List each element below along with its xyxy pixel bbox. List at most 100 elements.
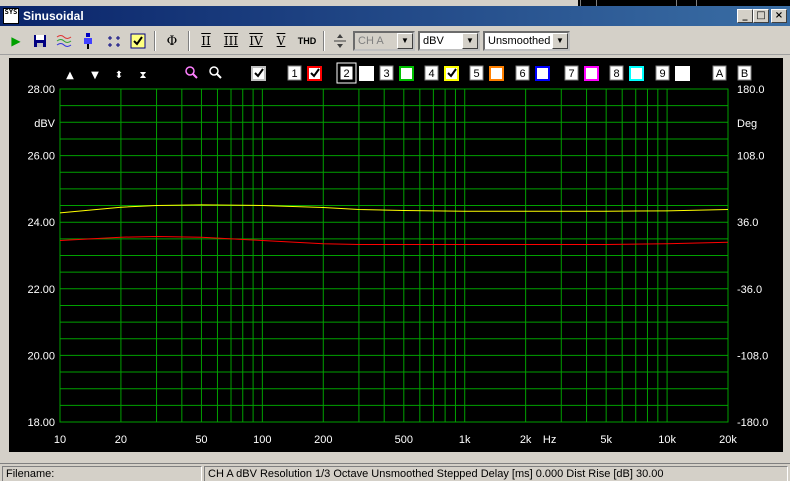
trace-4-number: 4 xyxy=(428,68,434,80)
channel-select[interactable]: CH A ▼ xyxy=(353,31,415,51)
channel-icon xyxy=(330,31,350,51)
probe-icon[interactable] xyxy=(78,31,98,51)
y-axis-left-tick-label: 18.00 xyxy=(27,417,55,429)
channel-icon-graphic xyxy=(334,34,346,48)
trace-2-number: 2 xyxy=(343,68,349,80)
y-axis-left-label: dBV xyxy=(34,118,55,130)
unit-select-value: dBV xyxy=(423,35,444,47)
status-bar: Filename: CH A dBV Resolution 1/3 Octave… xyxy=(0,463,790,481)
x-axis-unit-label: Hz xyxy=(543,434,556,446)
title-bar[interactable]: SYS Sinusoidal _ □ × xyxy=(0,6,790,26)
cursor-icon[interactable] xyxy=(104,31,124,51)
trace-9-checkbox[interactable] xyxy=(675,66,690,81)
expand-icon[interactable]: ⬍ xyxy=(115,70,123,81)
trace-6-number: 6 xyxy=(519,68,525,80)
trace-5-number: 5 xyxy=(473,68,479,80)
x-axis-tick-label: 500 xyxy=(395,434,413,446)
y-axis-right-tick-label: 180.0 xyxy=(737,84,765,96)
save-icon-graphic xyxy=(34,35,46,47)
x-axis-tick-label: 200 xyxy=(314,434,332,446)
window-title: Sinusoidal xyxy=(23,9,84,23)
y-axis-left-tick-label: 22.00 xyxy=(27,284,55,296)
chevron-down-icon: ▼ xyxy=(462,33,478,49)
cursor-icon-graphic xyxy=(108,36,120,47)
harmonic-4-button[interactable]: IV xyxy=(246,31,266,51)
x-axis-tick-label: 1k xyxy=(459,434,471,446)
thd-button[interactable]: THD xyxy=(296,31,318,51)
smoothing-select-value: Unsmoothed xyxy=(488,35,551,47)
trace-9-number: 9 xyxy=(659,68,665,80)
trace-1-number: 1 xyxy=(291,68,297,80)
probe-icon-graphic xyxy=(84,33,92,49)
trace-3-checkbox[interactable] xyxy=(399,66,414,81)
y-axis-left-tick-label: 28.00 xyxy=(27,84,55,96)
frequency-response-chart[interactable]: 28.00 26.00 24.00 22.00 20.00 18.00 180.0 108.0… xyxy=(9,58,783,452)
y-axis-right-tick-label: -36.0 xyxy=(737,284,762,296)
save-icon[interactable] xyxy=(30,31,50,51)
toolbar: ▶ Φ II III IV V THD CH A ▼ dBV ▼ Unsmoot… xyxy=(0,27,790,55)
smoothing-select[interactable]: Unsmoothed ▼ xyxy=(483,31,570,51)
y-axis-right-tick-label: 36.0 xyxy=(737,217,758,229)
phase-icon[interactable]: Φ xyxy=(162,31,182,51)
status-info: CH A dBV Resolution 1/3 Octave Unsmoothe… xyxy=(204,466,788,481)
traces-icon[interactable] xyxy=(54,31,74,51)
harmonic-5-button[interactable]: V xyxy=(271,31,291,51)
minimize-button[interactable]: _ xyxy=(737,9,753,23)
zoom-in-icon-handle xyxy=(192,73,198,79)
y-axis-right-tick-label: 108.0 xyxy=(737,151,765,163)
x-axis-tick-label: 20 xyxy=(115,434,127,446)
x-axis-tick-label: 10 xyxy=(54,434,66,446)
x-axis-tick-label: 10k xyxy=(658,434,676,446)
series-line-2 xyxy=(59,235,729,245)
application-window: SYS Sinusoidal _ □ × ▶ Φ II III IV V THD xyxy=(0,0,790,481)
x-axis-tick-label: 100 xyxy=(253,434,271,446)
trace-4-checkbox[interactable] xyxy=(444,66,459,81)
x-axis-tick-label: 2k xyxy=(520,434,532,446)
trace-7-number: 7 xyxy=(568,68,574,80)
maximize-button[interactable]: □ xyxy=(753,9,769,23)
channel-select-value: CH A xyxy=(358,35,384,47)
trace-6-checkbox[interactable] xyxy=(535,66,550,81)
x-axis-tick-label: 50 xyxy=(195,434,207,446)
trace-1-checkbox[interactable] xyxy=(307,66,322,81)
all-traces-checkbox[interactable] xyxy=(251,66,266,81)
chevron-down-icon: ▼ xyxy=(552,33,568,49)
zoom-out-icon-handle xyxy=(216,73,222,79)
checkbox-icon-graphic xyxy=(130,33,146,49)
graph-panel[interactable]: 28.00 26.00 24.00 22.00 20.00 18.00 180.0 108.0… xyxy=(9,58,783,452)
zoom-up-icon[interactable]: ▲ xyxy=(66,70,74,81)
marker-a-label: A xyxy=(716,68,724,80)
chevron-down-icon: ▼ xyxy=(397,33,413,49)
series-line-1 xyxy=(59,204,729,214)
zoom-in-icon[interactable] xyxy=(185,66,198,79)
y-axis-left-tick-label: 26.00 xyxy=(27,151,55,163)
zoom-out-icon-lens xyxy=(209,66,219,76)
zoom-out-icon[interactable] xyxy=(209,66,222,79)
trace-5-checkbox[interactable] xyxy=(489,66,504,81)
y-axis-left-tick-label: 20.00 xyxy=(27,350,55,362)
trace-3-number: 3 xyxy=(383,68,389,80)
harmonic-2-button[interactable]: II xyxy=(196,31,216,51)
y-axis-left-tick-label: 24.00 xyxy=(27,217,55,229)
status-filename: Filename: xyxy=(2,466,202,481)
zoom-down-icon[interactable]: ▼ xyxy=(91,70,99,81)
unit-select[interactable]: dBV ▼ xyxy=(418,31,480,51)
y-axis-right-label: Deg xyxy=(737,118,757,130)
app-icon: SYS xyxy=(3,8,19,24)
x-axis-tick-label: 20k xyxy=(719,434,737,446)
trace-7-checkbox[interactable] xyxy=(584,66,599,81)
zoom-in-icon-lens xyxy=(185,66,195,76)
trace-8-number: 8 xyxy=(613,68,619,80)
traces-icon-graphic xyxy=(56,35,72,47)
checkbox-icon[interactable] xyxy=(128,31,148,51)
contract-icon[interactable]: ⧗ xyxy=(139,70,146,81)
run-icon[interactable]: ▶ xyxy=(6,31,26,51)
marker-b-label: B xyxy=(741,68,748,80)
close-button[interactable]: × xyxy=(771,9,787,23)
y-axis-right-tick-label: -108.0 xyxy=(737,350,768,362)
x-axis-tick-label: 5k xyxy=(600,434,612,446)
y-axis-right-tick-label: -180.0 xyxy=(737,417,768,429)
trace-8-checkbox[interactable] xyxy=(629,66,644,81)
trace-2-checkbox[interactable] xyxy=(359,66,374,81)
harmonic-3-button[interactable]: III xyxy=(221,31,241,51)
